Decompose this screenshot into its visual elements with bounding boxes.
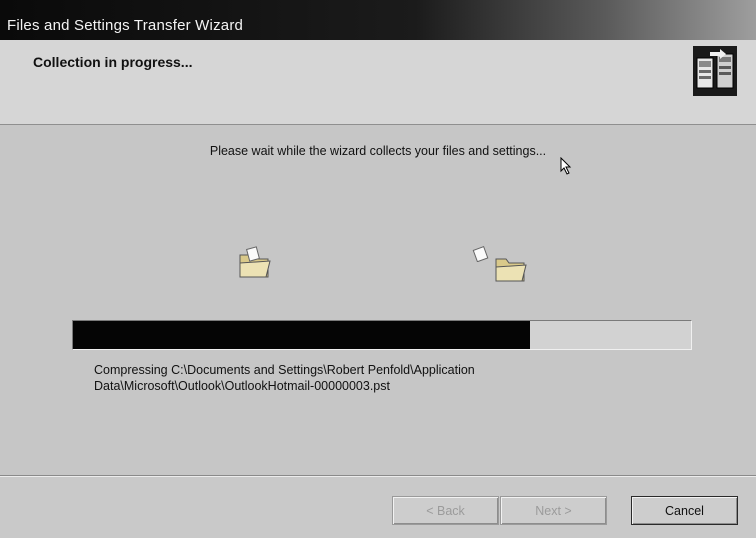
busy-cursor-icon	[560, 157, 572, 175]
progress-bar	[72, 320, 692, 350]
wizard-body: Please wait while the wizard collects yo…	[0, 125, 756, 475]
status-line-1: Compressing C:\Documents and Settings\Ro…	[94, 363, 475, 377]
progress-fill	[73, 321, 531, 349]
status-text: Compressing C:\Documents and Settings\Ro…	[94, 362, 654, 394]
source-folder-icon	[239, 246, 271, 278]
instruction-text: Please wait while the wizard collects yo…	[209, 144, 547, 158]
wizard-header: Collection in progress...	[0, 40, 756, 125]
wizard-window: Files and Settings Transfer Wizard Colle…	[0, 0, 756, 538]
destination-folder-icon	[495, 258, 527, 282]
wizard-transfer-icon	[693, 46, 737, 96]
footer-divider	[0, 475, 756, 477]
next-button[interactable]: Next >	[500, 496, 607, 525]
back-button[interactable]: < Back	[392, 496, 499, 525]
page-title: Collection in progress...	[33, 54, 193, 70]
transferring-file-icon	[472, 246, 489, 262]
window-title: Files and Settings Transfer Wizard	[7, 17, 244, 34]
cancel-button[interactable]: Cancel	[631, 496, 738, 525]
title-bar[interactable]: Files and Settings Transfer Wizard	[0, 0, 756, 40]
status-line-2: Data\Microsoft\Outlook\OutlookHotmail-00…	[94, 379, 390, 393]
